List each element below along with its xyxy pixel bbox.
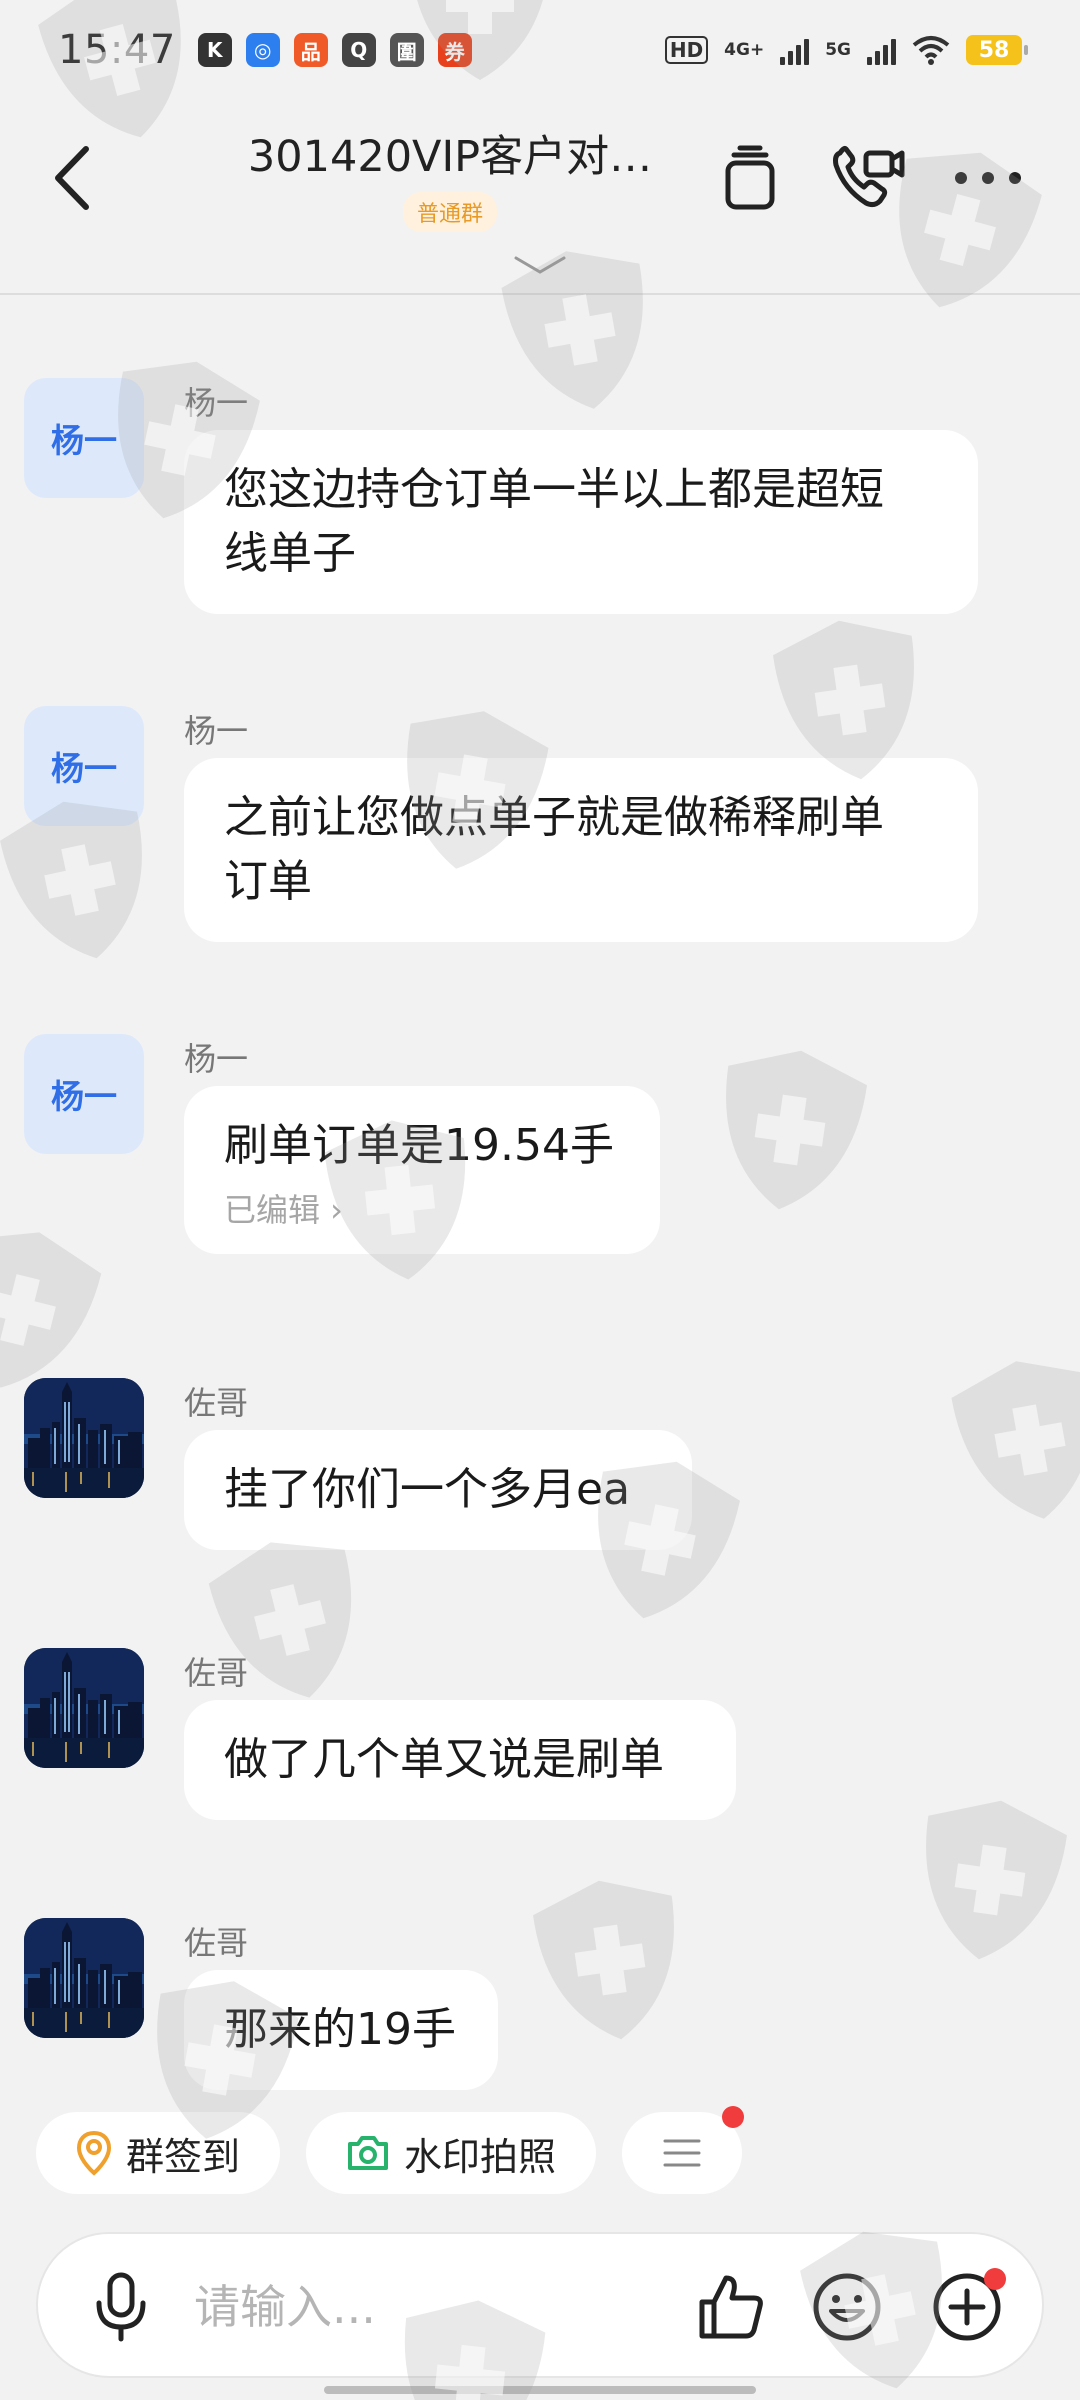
expand-chevron-icon[interactable]	[510, 250, 570, 280]
message-line: 订单	[224, 856, 312, 907]
wifi-icon	[912, 36, 950, 65]
status-time: 15:47	[58, 27, 176, 73]
status-bar: 15:47 K ◎ 品 Q 圍 券 HD 4G+ 5G 58	[0, 0, 1080, 100]
add-button[interactable]	[926, 2266, 1008, 2348]
message-line: 线单子	[224, 528, 356, 579]
message-line: 之前让您做点单子就是做稀释刷单	[224, 792, 884, 843]
more-actions-button[interactable]	[622, 2106, 745, 2194]
sender-name: 佐哥	[184, 1384, 249, 1422]
avatar[interactable]	[24, 1378, 144, 1498]
avatar[interactable]	[24, 1648, 144, 1768]
microphone-icon	[96, 2272, 146, 2342]
wifi-app-icon: ◎	[245, 33, 280, 67]
home-indicator[interactable]	[324, 2386, 756, 2394]
more-icon	[955, 172, 1021, 184]
thumbs-up-icon	[699, 2275, 763, 2339]
sender-name: 杨一	[184, 712, 249, 750]
net-5g-label: 5G	[825, 40, 851, 60]
sender-name: 佐哥	[184, 1924, 249, 1962]
signal-icon-1	[780, 35, 810, 65]
message-bubble[interactable]: 挂了你们一个多月ea	[184, 1430, 692, 1550]
battery-icon: 58	[966, 35, 1028, 65]
copy-button[interactable]	[712, 140, 788, 216]
message-line: 您这边持仓订单一半以上都是超短	[224, 464, 884, 515]
message-bubble[interactable]: 做了几个单又说是刷单	[184, 1700, 736, 1820]
net-4g-label: 4G+	[724, 40, 765, 60]
message-input[interactable]	[194, 2270, 694, 2344]
chat-title-area[interactable]: 301420VIP客户对… 普通群	[240, 122, 660, 232]
checkin-label: 群签到	[126, 2134, 241, 2179]
quick-action-bar: 群签到 水印拍照	[36, 2106, 745, 2194]
avatar[interactable]: 杨一	[24, 378, 144, 498]
message-line: 刷单订单是19.54手	[224, 1120, 614, 1171]
hd-indicator: HD	[664, 36, 709, 64]
sender-name: 杨一	[184, 384, 249, 422]
avatar[interactable]: 杨一	[24, 1034, 144, 1154]
checkin-button[interactable]: 群签到	[36, 2112, 281, 2194]
red-app-icon: 券	[437, 33, 472, 67]
watermark-photo-label: 水印拍照	[404, 2134, 557, 2179]
chat-header: 301420VIP客户对… 普通群	[0, 100, 1080, 295]
message-bubble[interactable]: 刷单订单是19.54手 已编辑 ›	[184, 1086, 660, 1254]
notification-dot	[984, 2268, 1006, 2290]
k-app-icon: K	[197, 33, 232, 67]
edited-indicator[interactable]: 已编辑 ›	[224, 1190, 620, 1230]
message-bubble[interactable]: 那来的19手	[184, 1970, 498, 2090]
voice-button[interactable]	[80, 2266, 162, 2348]
message-list[interactable]: 杨一 杨一 您这边持仓订单一半以上都是超短 线单子 杨一 杨一 之前让您做点单子…	[0, 296, 1080, 2096]
copy-icon	[725, 145, 775, 210]
emoji-icon	[813, 2273, 881, 2341]
group-type-badge: 普通群	[402, 192, 497, 232]
watermark-photo-button[interactable]: 水印拍照	[306, 2112, 597, 2194]
location-pin-icon	[76, 2130, 112, 2176]
message-line: 做了几个单又说是刷单	[224, 1734, 664, 1785]
message-line: 那来的19手	[224, 2004, 456, 2055]
avatar[interactable]: 杨一	[24, 706, 144, 826]
video-call-icon	[833, 146, 905, 208]
shop-app-icon: 品	[293, 33, 328, 67]
message-bubble[interactable]: 之前让您做点单子就是做稀释刷单 订单	[184, 758, 978, 942]
chat-title: 301420VIP客户对…	[247, 132, 653, 182]
signal-icon-2	[867, 35, 896, 65]
city-skyline-image	[24, 1378, 144, 1498]
back-icon	[55, 146, 89, 210]
like-button[interactable]	[690, 2266, 772, 2348]
input-bar	[36, 2232, 1044, 2378]
back-button[interactable]	[52, 138, 112, 218]
more-button[interactable]	[950, 140, 1026, 216]
emoji-button[interactable]	[806, 2266, 888, 2348]
search-app-icon: Q	[341, 33, 376, 67]
video-call-button[interactable]	[830, 140, 906, 216]
system-status: HD 4G+ 5G 58	[664, 35, 1028, 65]
sender-name: 杨一	[184, 1040, 249, 1078]
city-skyline-image	[24, 1648, 144, 1768]
menu-icon	[663, 2139, 701, 2167]
message-bubble[interactable]: 您这边持仓订单一半以上都是超短 线单子	[184, 430, 978, 614]
city-skyline-image	[24, 1918, 144, 2038]
camera-icon	[348, 2136, 389, 2170]
doc-app-icon: 圍	[389, 33, 424, 67]
notification-icons: K ◎ 品 Q 圍 券	[197, 33, 472, 67]
avatar[interactable]	[24, 1918, 144, 2038]
notification-dot	[722, 2106, 745, 2128]
sender-name: 佐哥	[184, 1654, 249, 1692]
message-line: 挂了你们一个多月ea	[224, 1464, 631, 1515]
